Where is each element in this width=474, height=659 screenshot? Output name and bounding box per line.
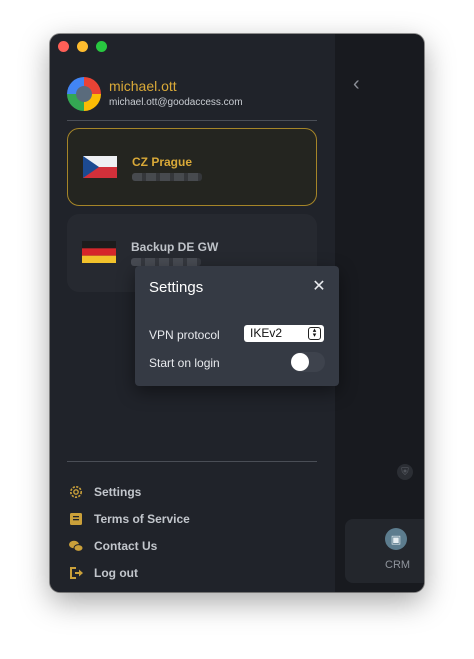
- close-icon[interactable]: ✕: [311, 279, 327, 295]
- chat-icon: [67, 537, 85, 555]
- gateway-card-cz-prague[interactable]: CZ Prague: [67, 128, 317, 206]
- gear-icon: [67, 483, 85, 501]
- chevron-up-down-icon: ▴ ▾: [308, 327, 321, 340]
- menu-label: Log out: [94, 565, 138, 580]
- vpn-protocol-select[interactable]: IKEv2 ▴ ▾: [244, 325, 324, 342]
- start-on-login-label: Start on login: [149, 356, 220, 370]
- minimize-window-button[interactable]: [77, 41, 88, 52]
- settings-dialog: Settings ✕ VPN protocol IKEv2 ▴ ▾ Start o…: [135, 266, 339, 386]
- maximize-window-button[interactable]: [96, 41, 107, 52]
- sidebar-menu: Settings Terms of Service Contact Us Log…: [67, 478, 190, 586]
- gateway-name: CZ Prague: [132, 155, 193, 169]
- logout-icon: [67, 564, 85, 582]
- user-name: michael.ott: [109, 78, 177, 94]
- menu-label: Contact Us: [94, 538, 158, 553]
- chevron-left-icon[interactable]: ‹: [353, 74, 360, 94]
- crm-label: CRM: [385, 559, 411, 571]
- gateway-ip-blurred: [131, 258, 201, 266]
- window-controls: [58, 41, 107, 52]
- cz-flag-icon: [83, 156, 117, 178]
- menu-label: Terms of Service: [94, 511, 190, 526]
- divider: [67, 461, 317, 462]
- menu-item-settings[interactable]: Settings: [67, 478, 190, 505]
- start-on-login-toggle[interactable]: [291, 352, 325, 372]
- menu-item-terms[interactable]: Terms of Service: [67, 505, 190, 532]
- shield-icon: ⛨: [397, 464, 413, 480]
- vpn-protocol-label: VPN protocol: [149, 328, 220, 342]
- user-email: michael.ott@goodaccess.com: [109, 97, 243, 108]
- avatar: [67, 77, 101, 111]
- menu-item-contact[interactable]: Contact Us: [67, 532, 190, 559]
- divider: [67, 120, 317, 121]
- de-flag-icon: [82, 241, 116, 263]
- dialog-title: Settings: [149, 279, 204, 296]
- book-icon: [67, 510, 85, 528]
- crm-resource-card[interactable]: ▣ CRM: [345, 519, 424, 583]
- menu-label: Settings: [94, 484, 142, 499]
- close-window-button[interactable]: [58, 41, 69, 52]
- vpn-protocol-value: IKEv2: [250, 326, 283, 340]
- user-profile: michael.ott michael.ott@goodaccess.com: [67, 77, 243, 111]
- toggle-knob: [291, 353, 309, 371]
- app-window: michael.ott michael.ott@goodaccess.com C…: [50, 34, 424, 592]
- gateway-name: Backup DE GW: [131, 240, 219, 254]
- menu-item-logout[interactable]: Log out: [67, 559, 190, 586]
- gateway-ip-blurred: [132, 173, 202, 181]
- detail-pane: ‹ ⛨ ▣ CRM: [335, 34, 424, 592]
- crm-icon: ▣: [385, 528, 407, 550]
